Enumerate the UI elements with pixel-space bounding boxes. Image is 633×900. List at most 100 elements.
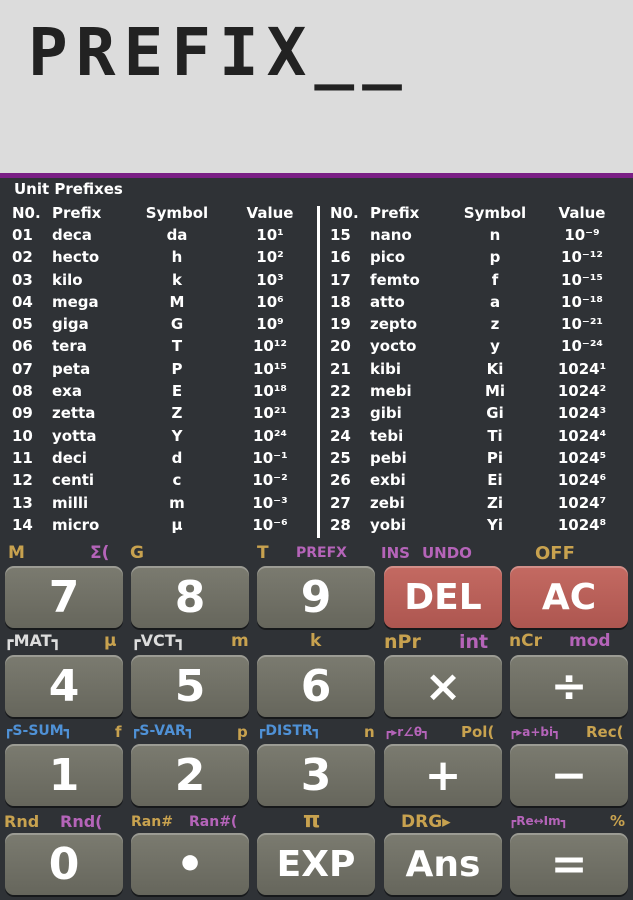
row-symbol: Yi bbox=[486, 515, 503, 534]
table-row: 01 deca da 10¹ bbox=[12, 226, 312, 248]
key-4[interactable]: 4 bbox=[5, 655, 123, 717]
row-prefix: exa bbox=[52, 382, 82, 401]
label-f: f bbox=[115, 723, 122, 741]
table-row: 20 yocto y 10⁻²⁴ bbox=[330, 337, 630, 359]
key-5[interactable]: 5 bbox=[131, 655, 249, 717]
row-prefix: hecto bbox=[52, 248, 100, 267]
row-symbol: μ bbox=[171, 515, 183, 534]
header-prefix: Prefix bbox=[52, 204, 102, 222]
row-symbol: a bbox=[489, 292, 501, 311]
row-number: 13 bbox=[12, 493, 33, 512]
label-ins: INS bbox=[381, 544, 410, 562]
table-row: 14 micro μ 10⁻⁶ bbox=[12, 516, 312, 538]
table-row: 03 kilo k 10³ bbox=[12, 271, 312, 293]
key-9[interactable]: 9 bbox=[257, 566, 375, 628]
row-value: 1024¹ bbox=[557, 359, 607, 378]
row-prefix: atto bbox=[370, 292, 405, 311]
row-number: 12 bbox=[12, 471, 33, 490]
label-milli: m bbox=[231, 631, 249, 651]
all-clear-button[interactable]: AC bbox=[510, 566, 628, 628]
key-3[interactable]: 3 bbox=[257, 744, 375, 806]
label-percent: % bbox=[610, 812, 626, 830]
table-divider bbox=[317, 206, 320, 538]
table-row: 10 yotta Y 10²⁴ bbox=[12, 427, 312, 449]
label-mat: ┏MAT┓ bbox=[4, 631, 62, 650]
row-number: 09 bbox=[12, 404, 33, 423]
row-number: 18 bbox=[330, 292, 351, 311]
decimal-point-button[interactable]: • bbox=[131, 833, 249, 895]
row-symbol: k bbox=[172, 270, 182, 289]
row-symbol: f bbox=[491, 270, 499, 289]
equals-button[interactable]: = bbox=[510, 833, 628, 895]
row-value: 10¹⁸ bbox=[252, 382, 287, 401]
row-value: 10⁻⁶ bbox=[252, 515, 288, 534]
row-number: 22 bbox=[330, 382, 351, 401]
table-row: 07 peta P 10¹⁵ bbox=[12, 360, 312, 382]
key-2[interactable]: 2 bbox=[131, 744, 249, 806]
key-8[interactable]: 8 bbox=[131, 566, 249, 628]
row-symbol: E bbox=[171, 382, 183, 401]
exp-button[interactable]: EXP bbox=[257, 833, 375, 895]
label-polar-conv: ┏▸r∠θ┓ bbox=[384, 725, 430, 739]
label-rect-conv: ┏▸a+bi┓ bbox=[509, 725, 561, 739]
label-m: M bbox=[8, 543, 25, 563]
header-prefix: Prefix bbox=[370, 204, 420, 222]
header-no: N0. bbox=[330, 204, 359, 222]
ans-button[interactable]: Ans bbox=[384, 833, 502, 895]
table-header: N0. Prefix Symbol Value bbox=[12, 204, 312, 226]
row-number: 05 bbox=[12, 315, 33, 334]
row-prefix: pebi bbox=[370, 448, 407, 467]
lcd-display: PREFIX__ bbox=[0, 0, 633, 173]
row-prefix: tera bbox=[52, 337, 87, 356]
row-number: 11 bbox=[12, 448, 33, 467]
key-6[interactable]: 6 bbox=[257, 655, 375, 717]
row-symbol: M bbox=[169, 292, 185, 311]
add-button[interactable]: + bbox=[384, 744, 502, 806]
row-number: 10 bbox=[12, 426, 33, 445]
row-number: 21 bbox=[330, 359, 351, 378]
divide-button[interactable]: ÷ bbox=[510, 655, 628, 717]
label-int: int bbox=[459, 631, 489, 653]
key-0[interactable]: 0 bbox=[5, 833, 123, 895]
row-prefix: pico bbox=[370, 248, 406, 267]
row-prefix: peta bbox=[52, 359, 91, 378]
label-n: n bbox=[364, 723, 375, 741]
label-p: p bbox=[237, 723, 248, 741]
row-number: 26 bbox=[330, 471, 351, 490]
row-value: 10⁻¹⁸ bbox=[561, 292, 603, 311]
row-symbol: z bbox=[490, 315, 500, 334]
row-prefix: zetta bbox=[52, 404, 96, 423]
delete-button[interactable]: DEL bbox=[384, 566, 502, 628]
row-value: 10⁹ bbox=[256, 315, 284, 334]
key-7[interactable]: 7 bbox=[5, 566, 123, 628]
row-prefix: kibi bbox=[370, 359, 401, 378]
row-value: 1024³ bbox=[557, 404, 607, 423]
row-number: 07 bbox=[12, 359, 33, 378]
row-symbol: c bbox=[172, 471, 182, 490]
row-prefix: deci bbox=[52, 448, 87, 467]
row-value: 1024⁴ bbox=[557, 426, 607, 445]
row-number: 03 bbox=[12, 270, 33, 289]
multiply-button[interactable]: × bbox=[384, 655, 502, 717]
row-value: 10¹⁵ bbox=[252, 359, 287, 378]
row-prefix: tebi bbox=[370, 426, 404, 445]
table-row: 02 hecto h 10² bbox=[12, 248, 312, 270]
row-prefix: deca bbox=[52, 226, 92, 244]
header-symbol: Symbol bbox=[145, 204, 209, 222]
label-s-sum: ┏S-SUM┓ bbox=[4, 723, 73, 739]
panel-title: Unit Prefixes bbox=[14, 180, 123, 198]
row-number: 04 bbox=[12, 292, 33, 311]
keypad: M Σ( G T PREFX INS UNDO OFF 7 8 9 DEL AC… bbox=[0, 543, 633, 900]
label-off: OFF bbox=[535, 543, 575, 564]
row-number: 25 bbox=[330, 448, 351, 467]
table-row: 08 exa E 10¹⁸ bbox=[12, 382, 312, 404]
row-symbol: d bbox=[171, 448, 183, 467]
label-ncr: nCr bbox=[509, 631, 542, 651]
row-symbol: Y bbox=[171, 426, 183, 445]
row-symbol: P bbox=[171, 359, 183, 378]
key-1[interactable]: 1 bbox=[5, 744, 123, 806]
table-row: 05 giga G 10⁹ bbox=[12, 315, 312, 337]
label-rnd: Rnd bbox=[4, 812, 40, 831]
subtract-button[interactable]: − bbox=[510, 744, 628, 806]
label-pi: π bbox=[303, 808, 321, 833]
